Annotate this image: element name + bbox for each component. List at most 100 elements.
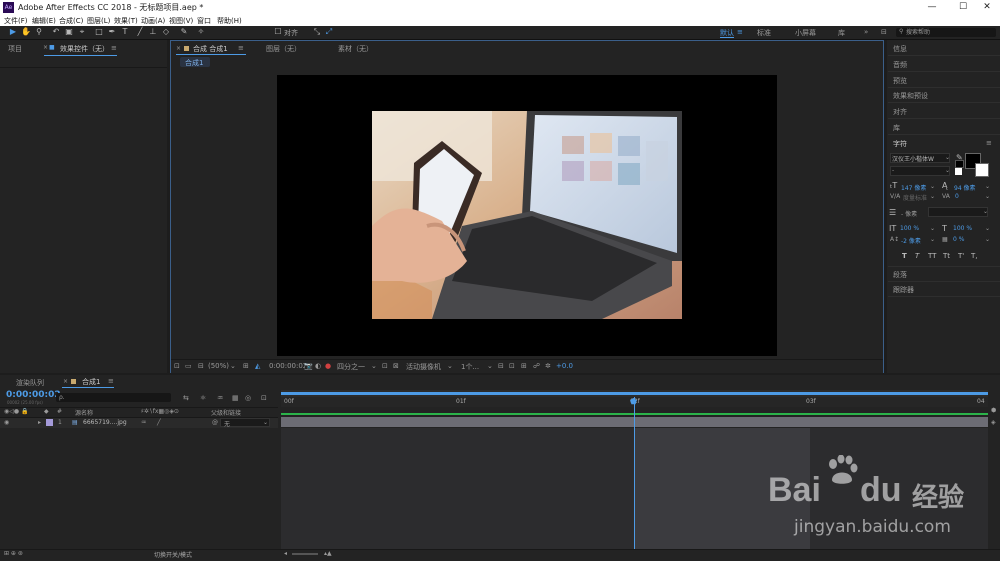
exposure-value[interactable]: +0.0 xyxy=(556,362,573,370)
timeline-current-time[interactable]: 0:00:00:02 xyxy=(6,390,61,400)
close-tab-icon[interactable]: × xyxy=(43,44,48,51)
rotate-tool-icon[interactable]: ↶ xyxy=(51,27,61,37)
vr-icon[interactable]: ▭ xyxy=(185,362,192,370)
help-search-input[interactable]: 搜索帮助 xyxy=(896,28,996,37)
current-time[interactable]: 0:00:00:02 xyxy=(269,362,307,370)
puppet-tool-icon[interactable]: ✧ xyxy=(196,27,206,37)
panel-menu-icon[interactable]: ≡ xyxy=(238,44,244,52)
zoom-tool-icon[interactable]: ⚲ xyxy=(34,27,44,37)
workspace-small-screen[interactable]: 小屏幕 xyxy=(795,28,816,38)
grid-icon[interactable]: ⊞ xyxy=(243,362,249,370)
workspace-standard[interactable]: 标准 xyxy=(757,28,771,38)
rectangle-tool-icon[interactable]: □ xyxy=(94,27,104,37)
no-fill-swatch[interactable] xyxy=(955,168,962,175)
tsume-value[interactable]: 0 % xyxy=(953,236,964,243)
region-of-interest-icon[interactable]: ⊡ xyxy=(382,362,388,370)
leading-value[interactable]: 94 像素 xyxy=(954,183,976,192)
mask-icon[interactable]: ◭ xyxy=(255,362,260,370)
menu-view[interactable]: 视图(V) xyxy=(169,16,193,26)
zoom-out-icon[interactable]: ◂ xyxy=(284,550,287,557)
navigator-range-bar[interactable] xyxy=(281,392,988,395)
maximize-button[interactable]: ☐ xyxy=(951,1,975,14)
tab-effect-controls[interactable]: 效果控件（无） xyxy=(60,44,109,54)
font-size-value[interactable]: 147 像素 xyxy=(901,183,926,192)
expand-layer-icon[interactable]: ▸ xyxy=(38,419,41,426)
workspace-edit-icon[interactable]: ⊟ xyxy=(881,28,887,36)
shy-layers-icon[interactable]: ♒ xyxy=(217,394,223,402)
roto-brush-tool-icon[interactable]: ✎ xyxy=(179,27,189,37)
layer-label-swatch[interactable] xyxy=(46,419,53,426)
camera-select[interactable]: 活动摄像机 xyxy=(406,362,441,372)
faux-bold-button[interactable]: T xyxy=(902,252,907,260)
comp-canvas[interactable] xyxy=(277,75,777,356)
snap-icon[interactable]: ⤡ xyxy=(312,27,322,37)
align-checkbox[interactable]: ☐ xyxy=(273,27,283,37)
panel-menu-icon[interactable]: ≡ xyxy=(986,139,992,147)
comp-mini-flowchart-icon[interactable]: ⇆ xyxy=(183,394,189,402)
subscript-button[interactable]: T, xyxy=(971,252,978,260)
eraser-tool-icon[interactable]: ◇ xyxy=(161,27,171,37)
playhead-line[interactable] xyxy=(634,397,635,549)
exposure-icon[interactable]: ✲ xyxy=(545,362,551,370)
small-caps-button[interactable]: Tt xyxy=(943,252,950,260)
magnification-icon[interactable]: ⊟ xyxy=(198,362,204,370)
playhead-handle-icon[interactable]: ⬟ xyxy=(630,397,637,406)
snapshot-icon[interactable]: 📷 xyxy=(304,362,313,370)
panel-audio[interactable]: 音频 xyxy=(893,60,907,70)
stroke-width-value[interactable]: - 像素 xyxy=(901,209,917,218)
menu-window[interactable]: 窗口 xyxy=(197,16,211,26)
menu-animation[interactable]: 动画(A) xyxy=(141,16,165,26)
faux-italic-button[interactable]: T xyxy=(915,252,919,260)
selection-tool-icon[interactable]: ▶ xyxy=(8,27,18,37)
tab-footage[interactable]: 素材（无） xyxy=(338,44,373,54)
vertical-scale-value[interactable]: 100 % xyxy=(900,225,919,232)
expand-icon[interactable]: ⤢ xyxy=(324,27,334,37)
font-style-select[interactable] xyxy=(890,166,950,176)
color-channels-icon[interactable]: ● xyxy=(325,362,331,370)
menu-file[interactable]: 文件(F) xyxy=(4,16,28,26)
tab-timeline-comp[interactable]: 合成1 xyxy=(82,377,100,387)
menu-composition[interactable]: 合成(C) xyxy=(59,16,83,26)
tracking-value[interactable]: 0 xyxy=(955,193,959,200)
timeline-icon[interactable]: ⊞ xyxy=(521,362,527,370)
panel-info[interactable]: 信息 xyxy=(893,44,907,54)
superscript-button[interactable]: T' xyxy=(958,252,964,260)
tab-project[interactable]: 项目 xyxy=(8,44,22,54)
menu-layer[interactable]: 图层(L) xyxy=(87,16,110,26)
close-button[interactable]: ✕ xyxy=(975,1,999,14)
type-tool-icon[interactable]: T xyxy=(120,27,130,37)
menu-help[interactable]: 帮助(H) xyxy=(217,16,242,26)
pick-whip-icon[interactable]: @ xyxy=(212,419,218,426)
toggle-switches-modes[interactable]: 切换开关/模式 xyxy=(154,550,192,559)
views-select[interactable]: 1个... xyxy=(461,362,479,372)
baseline-shift-value[interactable]: -2 像素 xyxy=(901,236,921,245)
panel-paragraph[interactable]: 段落 xyxy=(893,270,907,280)
lock-icon[interactable]: ■ xyxy=(49,44,55,51)
toggle-pixel-aspect-icon[interactable]: ⊟ xyxy=(498,362,504,370)
panel-libraries[interactable]: 库 xyxy=(893,123,900,133)
brush-tool-icon[interactable]: ╱ xyxy=(135,27,145,37)
show-snapshot-icon[interactable]: ◐ xyxy=(315,362,321,370)
close-tab-icon[interactable]: × xyxy=(176,45,181,52)
menu-edit[interactable]: 编辑(E) xyxy=(32,16,56,26)
frame-blending-icon[interactable]: ▦ xyxy=(232,394,239,402)
layer-search-input[interactable] xyxy=(56,393,171,402)
workspace-library[interactable]: 库 xyxy=(838,28,845,38)
resolution-select[interactable]: 四分之一 xyxy=(337,362,365,372)
kerning-value[interactable]: 度量标准 xyxy=(903,193,927,202)
tab-layer[interactable]: 图层（无） xyxy=(266,44,301,54)
panel-align[interactable]: 对齐 xyxy=(893,107,907,117)
zoom-slider[interactable] xyxy=(292,553,318,555)
panel-menu-icon[interactable]: ≡ xyxy=(108,377,114,385)
pan-behind-tool-icon[interactable]: ⌖ xyxy=(77,27,87,37)
close-tab-icon[interactable]: × xyxy=(63,378,68,385)
shy-switch-icon[interactable]: ♒ xyxy=(141,419,146,426)
panel-effects-presets[interactable]: 效果和预设 xyxy=(893,91,928,101)
quality-switch-icon[interactable]: ╱ xyxy=(157,419,161,426)
flowchart-icon[interactable]: ☍ xyxy=(533,362,540,370)
zoom-in-icon[interactable]: ▴▲ xyxy=(324,550,332,557)
column-source-name[interactable]: 源名称 xyxy=(75,408,93,417)
always-preview-icon[interactable]: ⊡ xyxy=(174,362,180,370)
hand-tool-icon[interactable]: ✋ xyxy=(21,27,31,37)
panel-tracker[interactable]: 跟踪器 xyxy=(893,285,914,295)
